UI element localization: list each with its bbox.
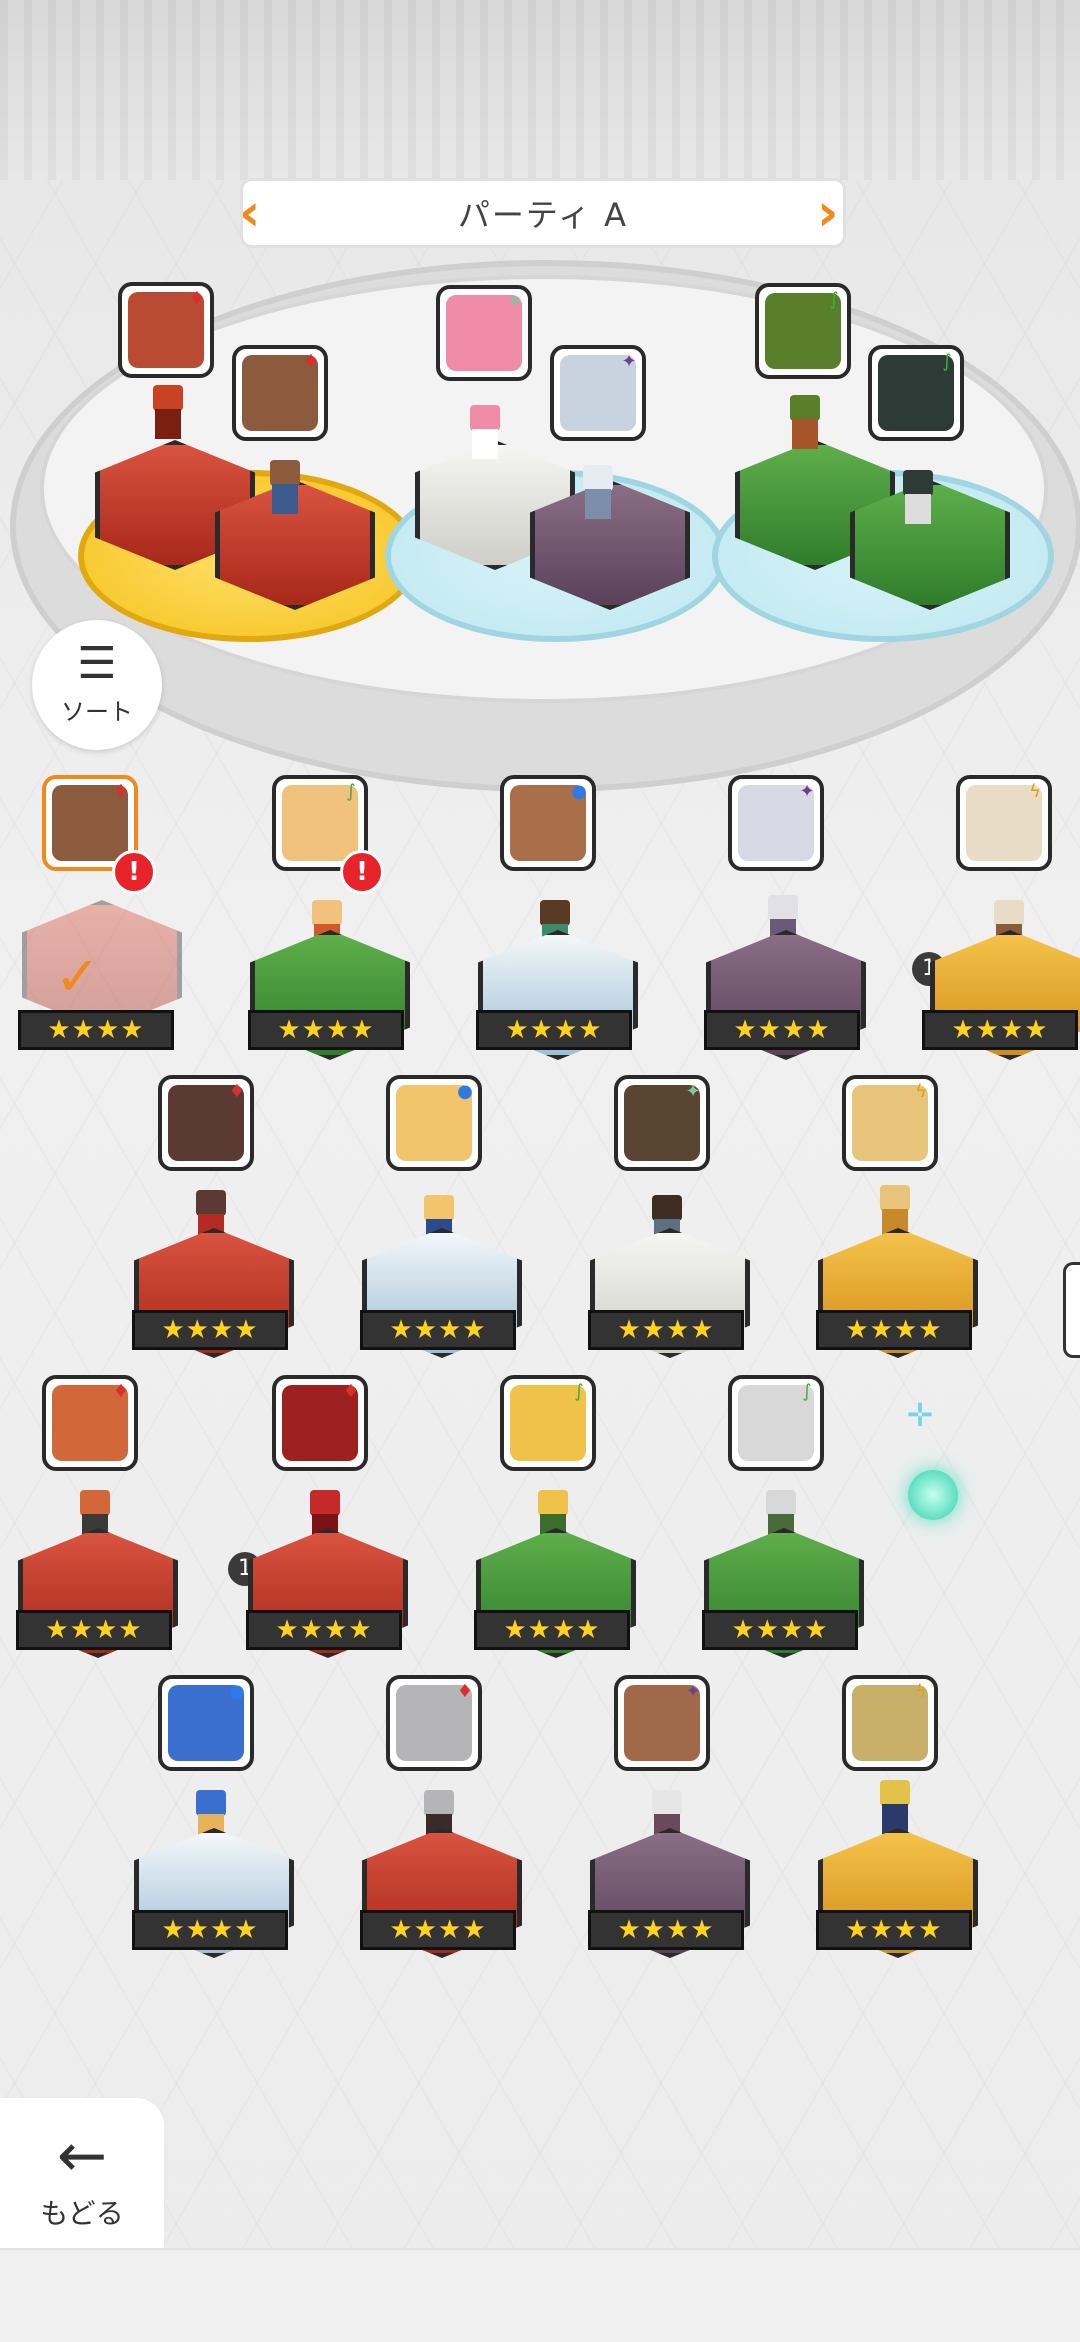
roster-portrait-16[interactable]: ✦ [614,1675,710,1771]
party-portrait-5[interactable]: ∫ [755,283,851,379]
sort-button[interactable]: ☰ ソート [32,620,162,750]
dark-element-icon: ✦ [685,1681,701,1702]
lightning-element-icon: ϟ [1029,781,1041,802]
back-button[interactable]: ← もどる [0,2098,164,2248]
party-sprite-2 [262,460,308,520]
wind-element-icon: ∫ [942,351,952,372]
water-element-icon: ● [457,1081,473,1102]
party-sprite-3 [462,405,508,465]
roster-portrait-10[interactable]: ♦ [42,1375,138,1471]
touch-orb-icon [908,1470,958,1520]
star-rating: ★★★★ [474,1610,630,1650]
star-rating: ★★★★ [922,1010,1078,1050]
party-sprite-4 [575,465,621,525]
wind-element-icon: ∫ [574,1381,584,1402]
star-rating: ★★★★ [132,1910,288,1950]
party-portrait-4[interactable]: ✦ [550,345,646,441]
star-rating: ★★★★ [132,1310,288,1350]
target-cursor-icon: ✛ [906,1396,934,1434]
party-title: パーティ A [457,196,629,234]
wind-element-icon: ∫ [802,1381,812,1402]
wind-element-icon: ∫ [346,781,356,802]
bottom-bar [0,2248,1080,2342]
lightning-element-icon: ϟ [915,1681,927,1702]
dark-element-icon: ✦ [799,781,815,802]
roster-portrait-11[interactable]: ♦ [272,1375,368,1471]
party-selector: ‹ パーティ A › [239,178,847,248]
back-arrow-icon: ← [56,2121,108,2191]
arena-backdrop [0,0,1080,180]
party-sprite-5 [782,395,828,455]
star-rating: ★★★★ [704,1010,860,1050]
sort-label: ソート [61,698,133,726]
star-rating: ★★★★ [18,1010,174,1050]
back-label: もどる [40,2197,124,2230]
roster-portrait-14[interactable]: ● [158,1675,254,1771]
star-rating: ★★★★ [248,1010,404,1050]
star-rating: ★★★★ [816,1310,972,1350]
star-rating: ★★★★ [360,1310,516,1350]
alert-badge: ! [340,850,384,894]
roster-portrait-13[interactable]: ∫ [728,1375,824,1471]
party-sprite-6 [895,470,941,530]
roster-portrait-17[interactable]: ϟ [842,1675,938,1771]
roster-portrait-4[interactable]: ✦ [728,775,824,871]
star-rating: ★★★★ [476,1010,632,1050]
scroll-indicator [1063,1262,1080,1358]
party-portrait-1[interactable]: ♦ [118,282,214,378]
next-party-button[interactable]: › [817,185,847,241]
roster-portrait-7[interactable]: ● [386,1075,482,1171]
heart-element-icon: ♦ [228,1081,246,1102]
lightning-element-icon: ϟ [915,1081,927,1102]
dark-element-icon: ✦ [621,351,637,372]
party-portrait-3[interactable]: ✦ [436,285,532,381]
alert-badge: ! [112,850,156,894]
water-element-icon: ● [571,781,587,802]
sparkle-element-icon: ✦ [685,1081,701,1102]
water-element-icon: ● [229,1681,245,1702]
heart-element-icon: ♦ [188,288,206,309]
star-rating: ★★★★ [16,1610,172,1650]
heart-element-icon: ♦ [342,1381,360,1402]
prev-party-button[interactable]: ‹ [239,185,269,241]
heart-element-icon: ♦ [302,351,320,372]
star-rating: ★★★★ [360,1910,516,1950]
heart-element-icon: ♦ [112,1381,130,1402]
roster-portrait-3[interactable]: ● [500,775,596,871]
star-rating: ★★★★ [588,1910,744,1950]
roster-portrait-9[interactable]: ϟ [842,1075,938,1171]
star-rating: ★★★★ [246,1610,402,1650]
star-rating: ★★★★ [588,1310,744,1350]
party-portrait-6[interactable]: ∫ [868,345,964,441]
sort-icon: ☰ [77,638,117,689]
party-portrait-2[interactable]: ♦ [232,345,328,441]
heart-element-icon: ♦ [456,1681,474,1702]
wind-element-icon: ∫ [829,289,839,310]
star-rating: ★★★★ [702,1610,858,1650]
party-sprite-1 [145,385,191,445]
roster-portrait-15[interactable]: ♦ [386,1675,482,1771]
roster-portrait-5[interactable]: ϟ [956,775,1052,871]
heart-element-icon: ♦ [112,781,130,802]
sparkle-element-icon: ✦ [507,291,523,312]
roster-portrait-6[interactable]: ♦ [158,1075,254,1171]
check-icon: ✓ [55,945,101,1008]
roster-portrait-12[interactable]: ∫ [500,1375,596,1471]
roster-portrait-8[interactable]: ✦ [614,1075,710,1171]
star-rating: ★★★★ [816,1910,972,1950]
